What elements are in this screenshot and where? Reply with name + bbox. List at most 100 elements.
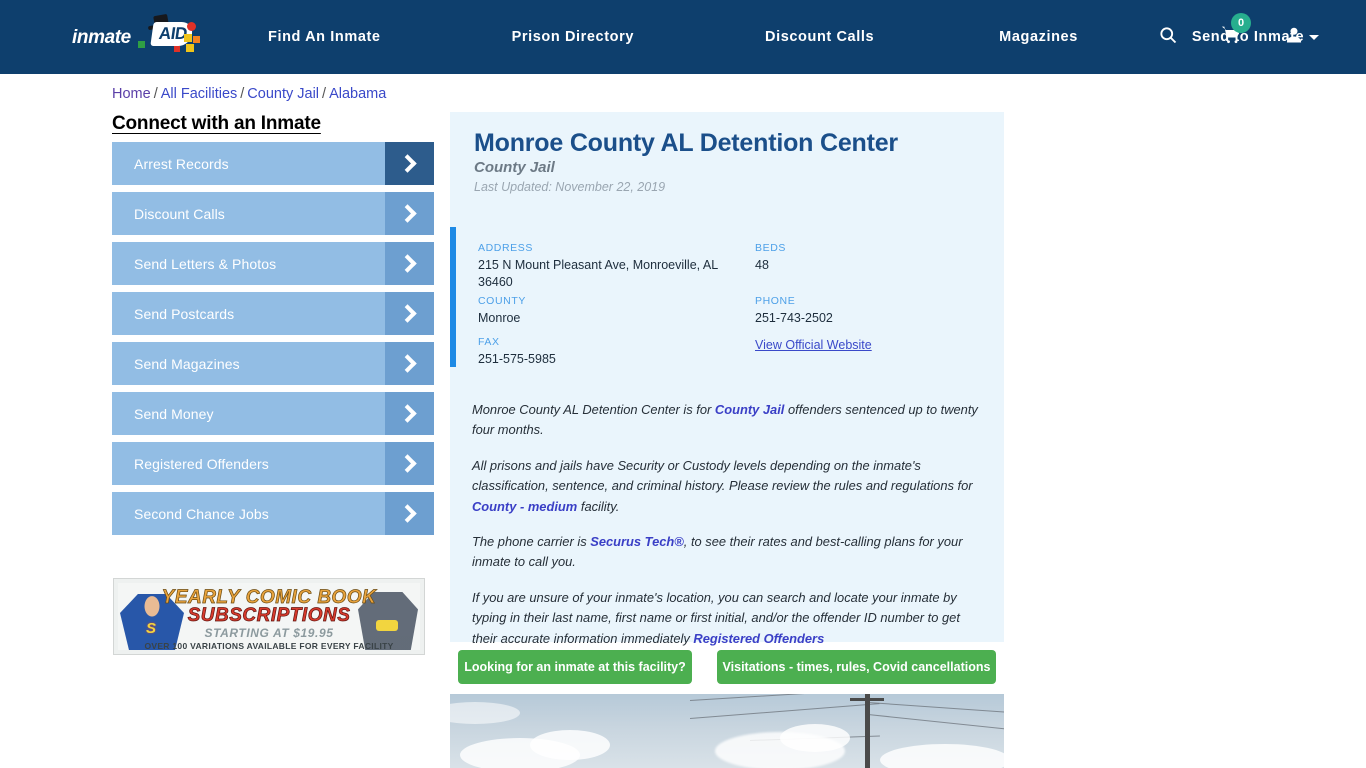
detail-beds: BEDS 48 [755, 242, 786, 274]
detail-label: PHONE [755, 295, 796, 307]
sidebar-title: Connect with an Inmate [112, 113, 321, 134]
chevron-right-icon [385, 442, 434, 485]
detail-label: ADDRESS [478, 242, 533, 254]
header-icon-group: 0 [1116, 0, 1304, 74]
cart-icon[interactable]: 0 [1220, 12, 1251, 50]
county-jail-link[interactable]: County Jail [715, 402, 784, 417]
paragraph-text: facility. [577, 498, 620, 514]
facility-info-card: Monroe County AL Detention Center County… [450, 112, 1004, 646]
nav-item-magazines[interactable]: Magazines [999, 29, 1078, 45]
confetti-icon [186, 44, 194, 52]
chevron-right-icon [385, 142, 434, 185]
logo-aid-text: AID [150, 22, 194, 46]
sidebar-item-label: Send Letters & Photos [134, 255, 277, 272]
confetti-icon [193, 36, 200, 43]
breadcrumb-separator: / [153, 86, 158, 102]
cart-count-badge: 0 [1231, 12, 1251, 33]
ad-inner-panel: YEARLY COMIC BOOK SUBSCRIPTIONS STARTING… [118, 583, 420, 651]
detail-label: FAX [478, 336, 500, 348]
sidebar-item-label: Discount Calls [134, 205, 225, 222]
facility-photo [450, 694, 1004, 768]
detail-address: ADDRESS 215 N Mount Pleasant Ave, Monroe… [478, 242, 728, 291]
sidebar-item-send-letters-photos[interactable]: Send Letters & Photos [112, 242, 434, 285]
confetti-icon [138, 41, 145, 48]
sidebar-item-second-chance-jobs[interactable]: Second Chance Jobs [112, 492, 434, 535]
breadcrumb-separator: / [240, 86, 245, 102]
breadcrumb-item-home[interactable]: Home [112, 86, 151, 102]
sidebar-item-label: Second Chance Jobs [134, 505, 269, 522]
power-line [867, 714, 1004, 730]
cloud-shape [450, 702, 520, 724]
chevron-right-icon [385, 292, 434, 335]
visitations-button[interactable]: Visitations - times, rules, Covid cancel… [717, 650, 996, 684]
ad-headline-line2: SUBSCRIPTIONS [187, 605, 351, 627]
accent-bar [450, 227, 456, 367]
detail-value: 251-743-2502 [755, 311, 833, 325]
last-updated-text: Last Updated: November 22, 2019 [474, 180, 666, 194]
detail-county: COUNTY Monroe [478, 295, 526, 327]
sidebar-item-label: Registered Offenders [134, 455, 269, 472]
detail-phone: PHONE 251-743-2502 [755, 295, 833, 327]
cloud-shape [530, 730, 610, 760]
county-medium-link[interactable]: County - medium [472, 499, 577, 514]
sidebar-item-send-money[interactable]: Send Money [112, 392, 434, 435]
logo-text: inmate [72, 27, 131, 48]
sidebar-item-label: Send Postcards [134, 305, 235, 322]
registered-offenders-link[interactable]: Registered Offenders [693, 631, 824, 646]
securus-tech-link[interactable]: Securus Tech® [590, 534, 684, 549]
nav-item-discount-calls[interactable]: Discount Calls [765, 29, 874, 45]
detail-value: 251-575-5985 [478, 352, 556, 366]
detail-value: Monroe [478, 311, 521, 325]
nav-item-find-an-inmate[interactable]: Find An Inmate [268, 29, 381, 45]
description-paragraph-4: If you are unsure of your inmate's locat… [472, 588, 985, 649]
sidebar-item-discount-calls[interactable]: Discount Calls [112, 192, 434, 235]
site-header: inmate AID Find An Inmate Prison Directo… [0, 0, 1366, 74]
sidebar-item-registered-offenders[interactable]: Registered Offenders [112, 442, 434, 485]
chevron-right-icon [385, 492, 434, 535]
view-official-website-link[interactable]: View Official Website [755, 338, 872, 352]
chevron-down-icon [1309, 34, 1320, 40]
detail-label: COUNTY [478, 295, 526, 307]
facility-details-block: ADDRESS 215 N Mount Pleasant Ave, Monroe… [450, 222, 1004, 367]
breadcrumb-separator: / [322, 86, 327, 102]
sidebar-menu: Arrest Records Discount Calls Send Lette… [112, 142, 434, 542]
inmate-search-button[interactable]: Looking for an inmate at this facility? [458, 650, 692, 684]
comic-book-ad-banner[interactable]: YEARLY COMIC BOOK SUBSCRIPTIONS STARTING… [113, 578, 425, 655]
site-logo[interactable]: inmate AID [72, 16, 200, 58]
user-icon[interactable] [1284, 25, 1304, 50]
chevron-right-icon [385, 242, 434, 285]
sidebar-item-label: Arrest Records [134, 155, 229, 172]
detail-value: 48 [755, 258, 769, 272]
facility-type: County Jail [474, 159, 555, 176]
ad-price-line: STARTING AT $19.95 [204, 626, 334, 640]
utility-pole [865, 694, 870, 768]
detail-value: 215 N Mount Pleasant Ave, Monroeville, A… [478, 258, 718, 289]
paragraph-text: The phone carrier is [472, 533, 591, 549]
breadcrumb-item-alabama[interactable]: Alabama [329, 86, 386, 102]
description-paragraph-2: All prisons and jails have Security or C… [472, 456, 985, 517]
description-paragraph-3: The phone carrier is Securus Tech®, to s… [472, 532, 985, 573]
nav-item-prison-directory[interactable]: Prison Directory [512, 29, 634, 45]
paragraph-text: All prisons and jails have Security or C… [472, 457, 973, 494]
cloud-shape [880, 744, 1004, 768]
power-line [867, 702, 1004, 713]
description-paragraph-1: Monroe County AL Detention Center is for… [472, 400, 985, 441]
sidebar-item-send-magazines[interactable]: Send Magazines [112, 342, 434, 385]
search-icon[interactable] [1158, 25, 1178, 50]
breadcrumb: Home / All Facilities / County Jail / Alabama [112, 86, 386, 102]
chevron-right-icon [385, 392, 434, 435]
chevron-right-icon [385, 192, 434, 235]
detail-fax: FAX 251-575-5985 [478, 336, 556, 368]
breadcrumb-item-county-jail[interactable]: County Jail [247, 86, 319, 102]
confetti-icon [174, 46, 180, 52]
chevron-right-icon [385, 342, 434, 385]
sidebar-item-send-postcards[interactable]: Send Postcards [112, 292, 434, 335]
sidebar-item-arrest-records[interactable]: Arrest Records [112, 142, 434, 185]
sidebar-item-label: Send Magazines [134, 355, 240, 372]
detail-label: BEDS [755, 242, 786, 254]
facility-description: Monroe County AL Detention Center is for… [472, 400, 985, 664]
power-line [689, 703, 880, 719]
ad-subtext-line: OVER 100 VARIATIONS AVAILABLE FOR EVERY … [144, 641, 394, 651]
page-title: Monroe County AL Detention Center [474, 129, 898, 157]
breadcrumb-item-all-facilities[interactable]: All Facilities [161, 86, 238, 102]
